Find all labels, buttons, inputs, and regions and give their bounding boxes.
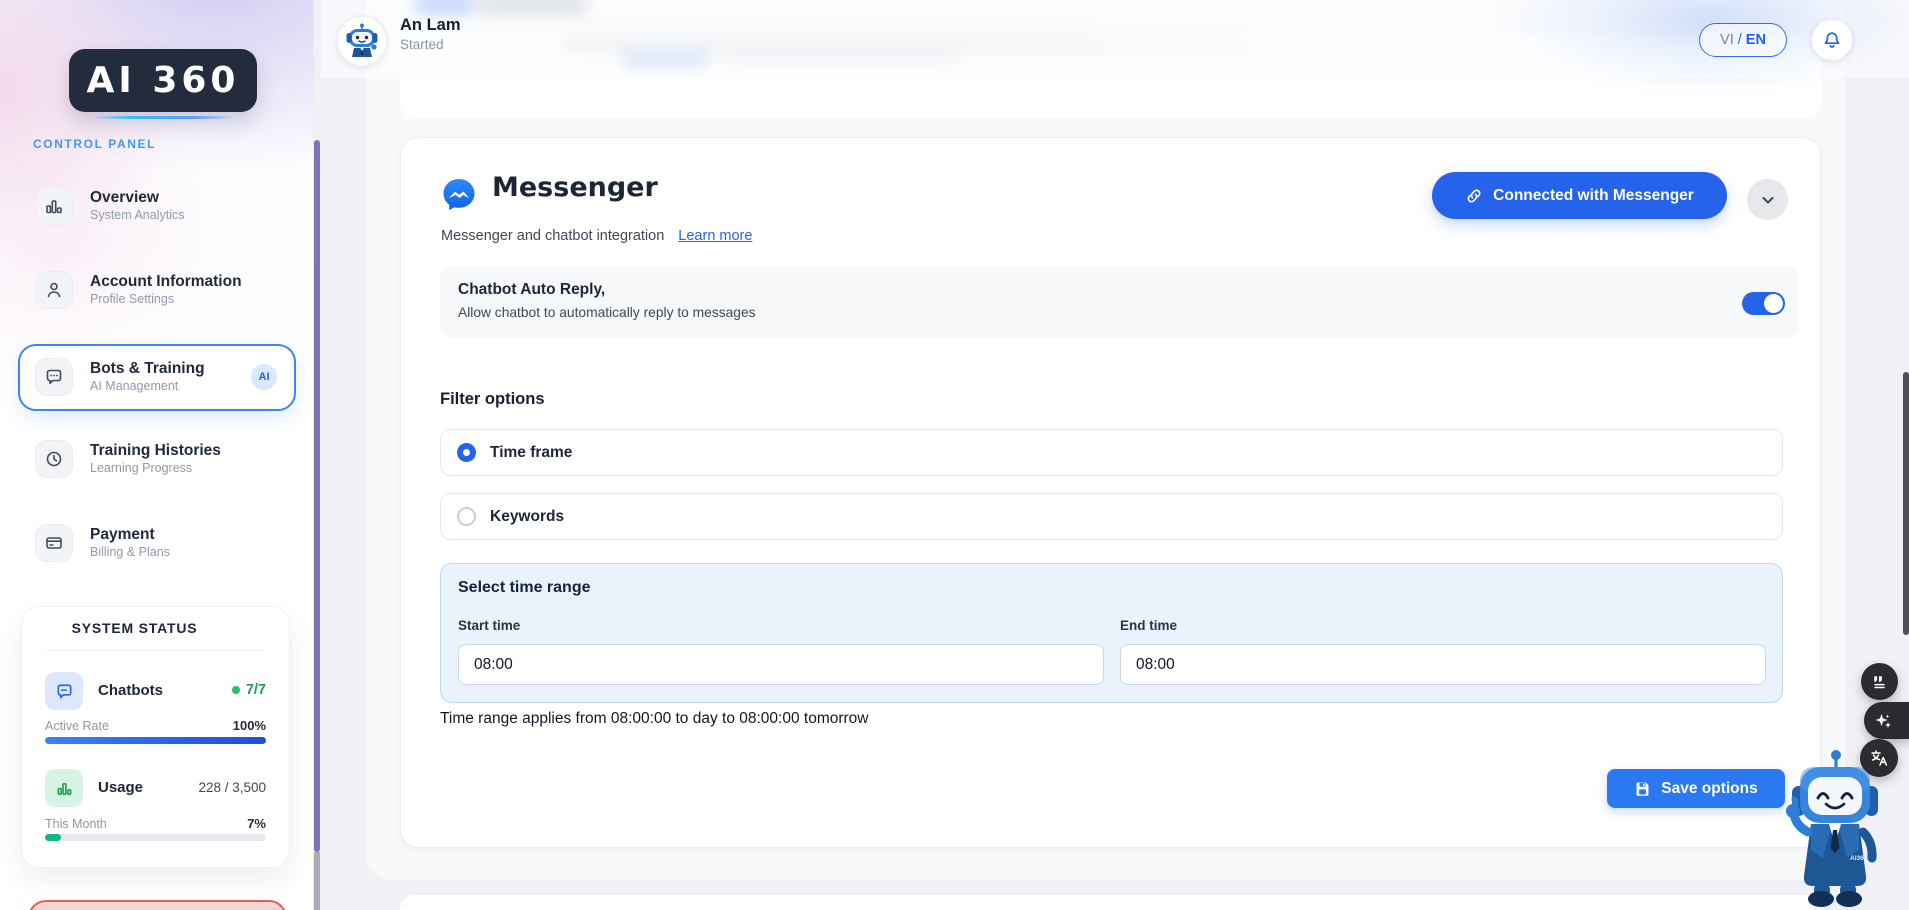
save-options-button[interactable]: Save options xyxy=(1607,769,1785,808)
page-scrollbar-thumb[interactable] xyxy=(1903,372,1909,635)
auto-reply-toggle[interactable] xyxy=(1742,292,1785,315)
language-switcher[interactable]: VI / EN xyxy=(1699,23,1787,57)
chatbots-value: 7/7 xyxy=(0,682,266,698)
radio-selected-icon[interactable] xyxy=(457,443,476,462)
logout-button-partial[interactable] xyxy=(28,900,287,910)
sidebar-scrollbar-thumb[interactable] xyxy=(314,140,320,852)
time-range-title: Select time range xyxy=(458,579,591,597)
clock-icon xyxy=(35,440,73,478)
sidebar-item-bots-training-content[interactable]: Bots & Training AI Management xyxy=(35,358,205,396)
mascot-chest-label: AI360 xyxy=(1850,855,1868,862)
usage-value: 228 / 3,500 xyxy=(0,780,266,795)
bar-chart-icon xyxy=(35,187,73,225)
sidebar-item-account-information[interactable]: Account Information Profile Settings xyxy=(35,271,242,309)
status-dot xyxy=(232,686,240,694)
toggle-knob xyxy=(1764,294,1783,313)
system-status-title: SYSTEM STATUS xyxy=(0,620,269,636)
end-time-input[interactable] xyxy=(1120,644,1766,685)
logo-underline-decoration xyxy=(92,116,234,119)
auto-reply-panel xyxy=(440,266,1798,338)
user-status: Started xyxy=(400,37,444,52)
ai-assistant-button[interactable] xyxy=(1864,702,1909,739)
user-name: An Lam xyxy=(400,16,461,35)
radio-label: Keywords xyxy=(490,508,564,526)
sidebar-item-label: Training Histories xyxy=(90,441,221,460)
robot-mascot: AI360 xyxy=(1784,748,1886,910)
user-icon xyxy=(35,271,73,309)
credit-card-icon xyxy=(35,524,73,562)
connected-with-messenger-button[interactable]: Connected with Messenger xyxy=(1432,172,1727,219)
sidebar-item-label: Bots & Training xyxy=(90,359,205,378)
end-time-label: End time xyxy=(1120,618,1177,633)
user-avatar[interactable] xyxy=(336,15,388,67)
lang-separator: / xyxy=(1738,32,1742,48)
brand-logo: AI 360 xyxy=(69,49,257,112)
filter-options-title: Filter options xyxy=(440,390,545,409)
usage-bar-fill xyxy=(45,834,61,841)
bell-icon xyxy=(1822,30,1842,50)
sidebar: AI 360 CONTROL PANEL Overview System Ana… xyxy=(0,0,314,910)
sidebar-item-training-histories[interactable]: Training Histories Learning Progress xyxy=(35,440,221,478)
radio-label: Time frame xyxy=(490,444,572,462)
usage-bar-track xyxy=(45,834,266,841)
sidebar-item-label: Overview xyxy=(90,188,184,207)
status-divider xyxy=(45,650,266,651)
next-card-partial xyxy=(400,895,1821,910)
active-rate-value: 100% xyxy=(0,718,266,733)
summary-notes-button[interactable] xyxy=(1861,663,1898,700)
radio-option-time-frame[interactable]: Time frame xyxy=(440,429,1783,476)
collapse-section-button[interactable] xyxy=(1747,179,1788,220)
time-range-note: Time range applies from 08:00:00 to day … xyxy=(440,710,869,728)
sidebar-item-overview[interactable]: Overview System Analytics xyxy=(35,187,184,225)
chat-bubble-icon xyxy=(35,358,73,396)
auto-reply-title: Chatbot Auto Reply, xyxy=(458,281,605,299)
ai-badge: AI xyxy=(251,364,277,390)
lang-vi[interactable]: VI xyxy=(1720,32,1734,48)
quote-lines-icon xyxy=(1870,672,1889,691)
chevron-down-icon xyxy=(1760,192,1776,208)
sparkles-icon xyxy=(1873,711,1893,731)
header-bar xyxy=(321,0,1909,78)
sidebar-item-sublabel: System Analytics xyxy=(90,207,184,224)
notifications-button[interactable] xyxy=(1812,20,1852,60)
sidebar-scrollbar-track[interactable] xyxy=(314,852,320,910)
sidebar-item-sublabel: AI Management xyxy=(90,378,205,395)
active-rate-bar xyxy=(45,737,266,744)
sidebar-item-sublabel: Billing & Plans xyxy=(90,544,170,561)
section-subtitle: Messenger and chatbot integration xyxy=(441,228,664,244)
sidebar-item-payment[interactable]: Payment Billing & Plans xyxy=(35,524,170,562)
messenger-logo-icon xyxy=(440,176,478,214)
section-title: Messenger xyxy=(492,172,658,203)
sidebar-item-label: Payment xyxy=(90,525,170,544)
sidebar-item-sublabel: Profile Settings xyxy=(90,291,242,308)
learn-more-link[interactable]: Learn more xyxy=(678,228,752,244)
radio-unselected-icon[interactable] xyxy=(457,507,476,526)
save-icon xyxy=(1634,780,1651,797)
lang-en[interactable]: EN xyxy=(1746,32,1766,48)
auto-reply-description: Allow chatbot to automatically reply to … xyxy=(458,305,756,320)
sidebar-section-label: CONTROL PANEL xyxy=(33,137,156,151)
robot-avatar-icon xyxy=(342,21,382,61)
sidebar-item-sublabel: Learning Progress xyxy=(90,460,221,477)
start-time-input[interactable] xyxy=(458,644,1104,685)
radio-option-keywords[interactable]: Keywords xyxy=(440,493,1783,540)
app-root: AI 360 CONTROL PANEL Overview System Ana… xyxy=(0,0,1909,910)
sidebar-item-label: Account Information xyxy=(90,272,242,291)
link-icon xyxy=(1465,187,1483,205)
start-time-label: Start time xyxy=(458,618,520,633)
month-value: 7% xyxy=(0,816,266,831)
